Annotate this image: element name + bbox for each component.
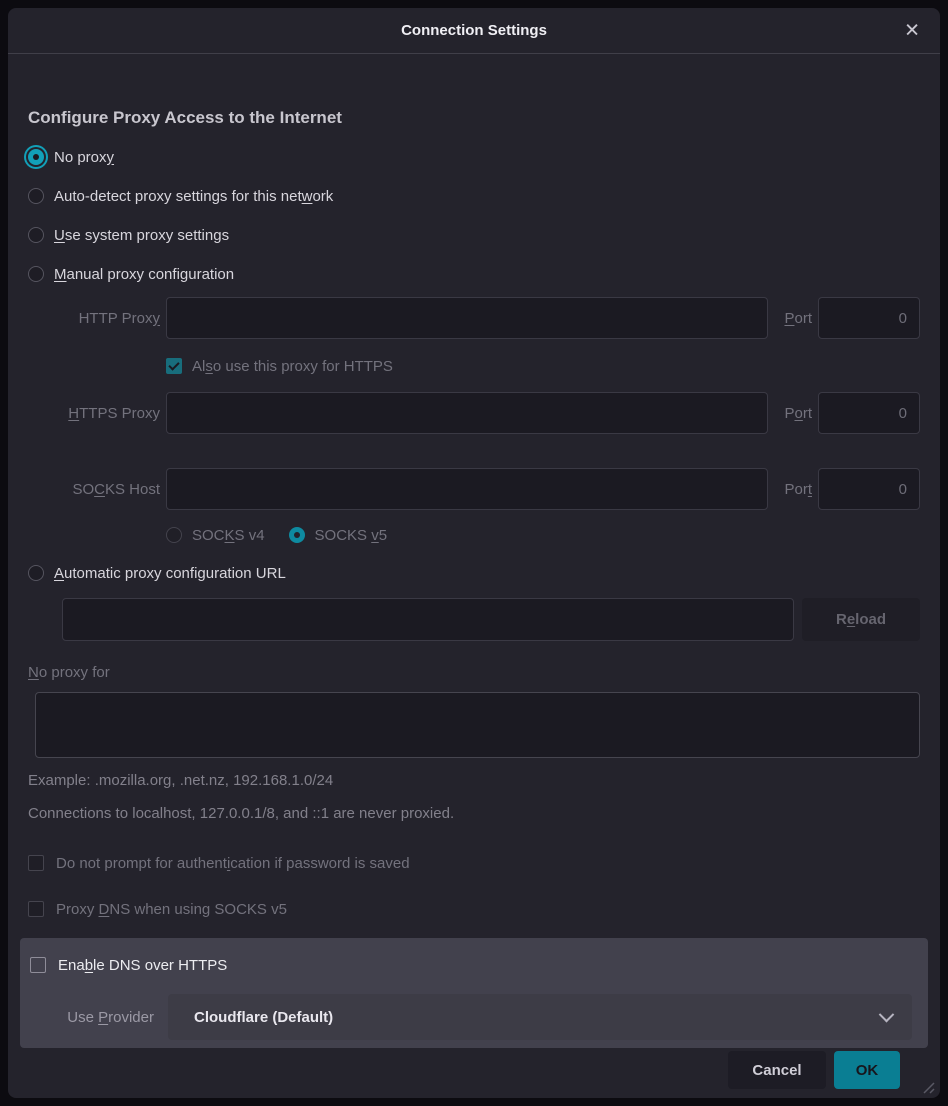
ok-button[interactable]: OK — [834, 1051, 900, 1089]
http-proxy-row: HTTP Proxy Port — [28, 297, 920, 339]
radio-system-proxy[interactable]: Use system proxy settings — [28, 223, 920, 247]
also-https-label: Also use this proxy for HTTPS — [192, 358, 393, 375]
localhost-hint: Connections to localhost, 127.0.0.1/8, a… — [28, 804, 920, 824]
radio-selected-icon[interactable] — [28, 149, 44, 165]
chevron-down-icon — [879, 1006, 895, 1022]
provider-dropdown[interactable]: Cloudflare (Default) — [168, 994, 912, 1040]
checkbox-icon — [28, 901, 44, 917]
proxy-dns-label: Proxy DNS when using SOCKS v5 — [56, 901, 287, 918]
radio-icon[interactable] — [28, 227, 44, 243]
radio-autoconfig[interactable]: Automatic proxy configuration URL — [28, 561, 920, 585]
radio-no-proxy-label: No proxy — [54, 149, 114, 166]
also-https-row: Also use this proxy for HTTPS — [166, 354, 920, 378]
proxy-dns-row: Proxy DNS when using SOCKS v5 — [28, 897, 920, 921]
socks-version-row: SOCKS v4 SOCKS v5 — [166, 523, 920, 547]
http-proxy-input — [166, 297, 768, 339]
cancel-button[interactable]: Cancel — [728, 1051, 826, 1089]
socks-host-label: SOCKS Host — [28, 481, 160, 498]
radio-selected-icon — [289, 527, 305, 543]
doh-highlight-section: Enable DNS over HTTPS Use Provider Cloud… — [20, 938, 928, 1048]
enable-doh-label: Enable DNS over HTTPS — [58, 957, 227, 974]
radio-auto-detect-label: Auto-detect proxy settings for this netw… — [54, 188, 333, 205]
radio-icon — [166, 527, 182, 543]
radio-manual-proxy[interactable]: Manual proxy configuration — [28, 262, 920, 286]
enable-doh-row[interactable]: Enable DNS over HTTPS — [30, 953, 912, 977]
provider-row: Use Provider Cloudflare (Default) — [30, 994, 912, 1040]
radio-icon[interactable] — [28, 188, 44, 204]
no-proxy-for-textarea — [35, 692, 920, 758]
https-port-input — [818, 392, 920, 434]
radio-autoconfig-label: Automatic proxy configuration URL — [54, 565, 286, 582]
http-port-label: Port — [774, 310, 812, 327]
https-proxy-row: HTTPS Proxy Port — [28, 392, 920, 434]
radio-icon[interactable] — [28, 565, 44, 581]
radio-icon[interactable] — [28, 266, 44, 282]
checkbox-icon — [28, 855, 44, 871]
socks-v4-label: SOCKS v4 — [192, 527, 265, 544]
https-proxy-label: HTTPS Proxy — [28, 405, 160, 422]
dialog-footer: Cancel OK — [28, 1048, 920, 1089]
proxy-mode-group: No proxy Auto-detect proxy settings for … — [28, 145, 920, 286]
radio-no-proxy[interactable]: No proxy — [28, 145, 920, 169]
https-proxy-input — [166, 392, 768, 434]
checkbox-icon[interactable] — [30, 957, 46, 973]
socks-host-row: SOCKS Host Port — [28, 468, 920, 510]
autoconfig-url-input — [62, 598, 794, 641]
socks-v5-label: SOCKS v5 — [315, 527, 388, 544]
no-proxy-for-label: No proxy for — [28, 661, 920, 683]
dialog-content: Configure Proxy Access to the Internet N… — [8, 54, 940, 1098]
http-port-input — [818, 297, 920, 339]
connection-settings-dialog: Connection Settings ✕ Configure Proxy Ac… — [8, 8, 940, 1098]
no-auth-prompt-row: Do not prompt for authentication if pass… — [28, 851, 920, 875]
socks-port-input — [818, 468, 920, 510]
no-auth-prompt-label: Do not prompt for authentication if pass… — [56, 855, 410, 872]
close-icon[interactable]: ✕ — [900, 17, 924, 44]
dialog-title: Connection Settings — [401, 22, 547, 39]
resize-grip-icon[interactable] — [921, 1080, 935, 1094]
use-provider-label: Use Provider — [30, 1009, 154, 1026]
socks-port-label: Port — [774, 481, 812, 498]
page-title: Configure Proxy Access to the Internet — [28, 106, 920, 130]
provider-selected-value: Cloudflare (Default) — [194, 1009, 333, 1026]
radio-auto-detect[interactable]: Auto-detect proxy settings for this netw… — [28, 184, 920, 208]
reload-button: Reload — [802, 598, 920, 641]
example-hint: Example: .mozilla.org, .net.nz, 192.168.… — [28, 771, 920, 791]
radio-system-proxy-label: Use system proxy settings — [54, 227, 229, 244]
screen: Connection Settings ✕ Configure Proxy Ac… — [0, 0, 948, 1106]
autoconfig-url-row: Reload — [62, 598, 920, 641]
https-port-label: Port — [774, 405, 812, 422]
dialog-titlebar: Connection Settings ✕ — [8, 8, 940, 54]
radio-manual-proxy-label: Manual proxy configuration — [54, 266, 234, 283]
socks-host-input — [166, 468, 768, 510]
checkbox-checked-icon — [166, 358, 182, 374]
http-proxy-label: HTTP Proxy — [28, 310, 160, 327]
